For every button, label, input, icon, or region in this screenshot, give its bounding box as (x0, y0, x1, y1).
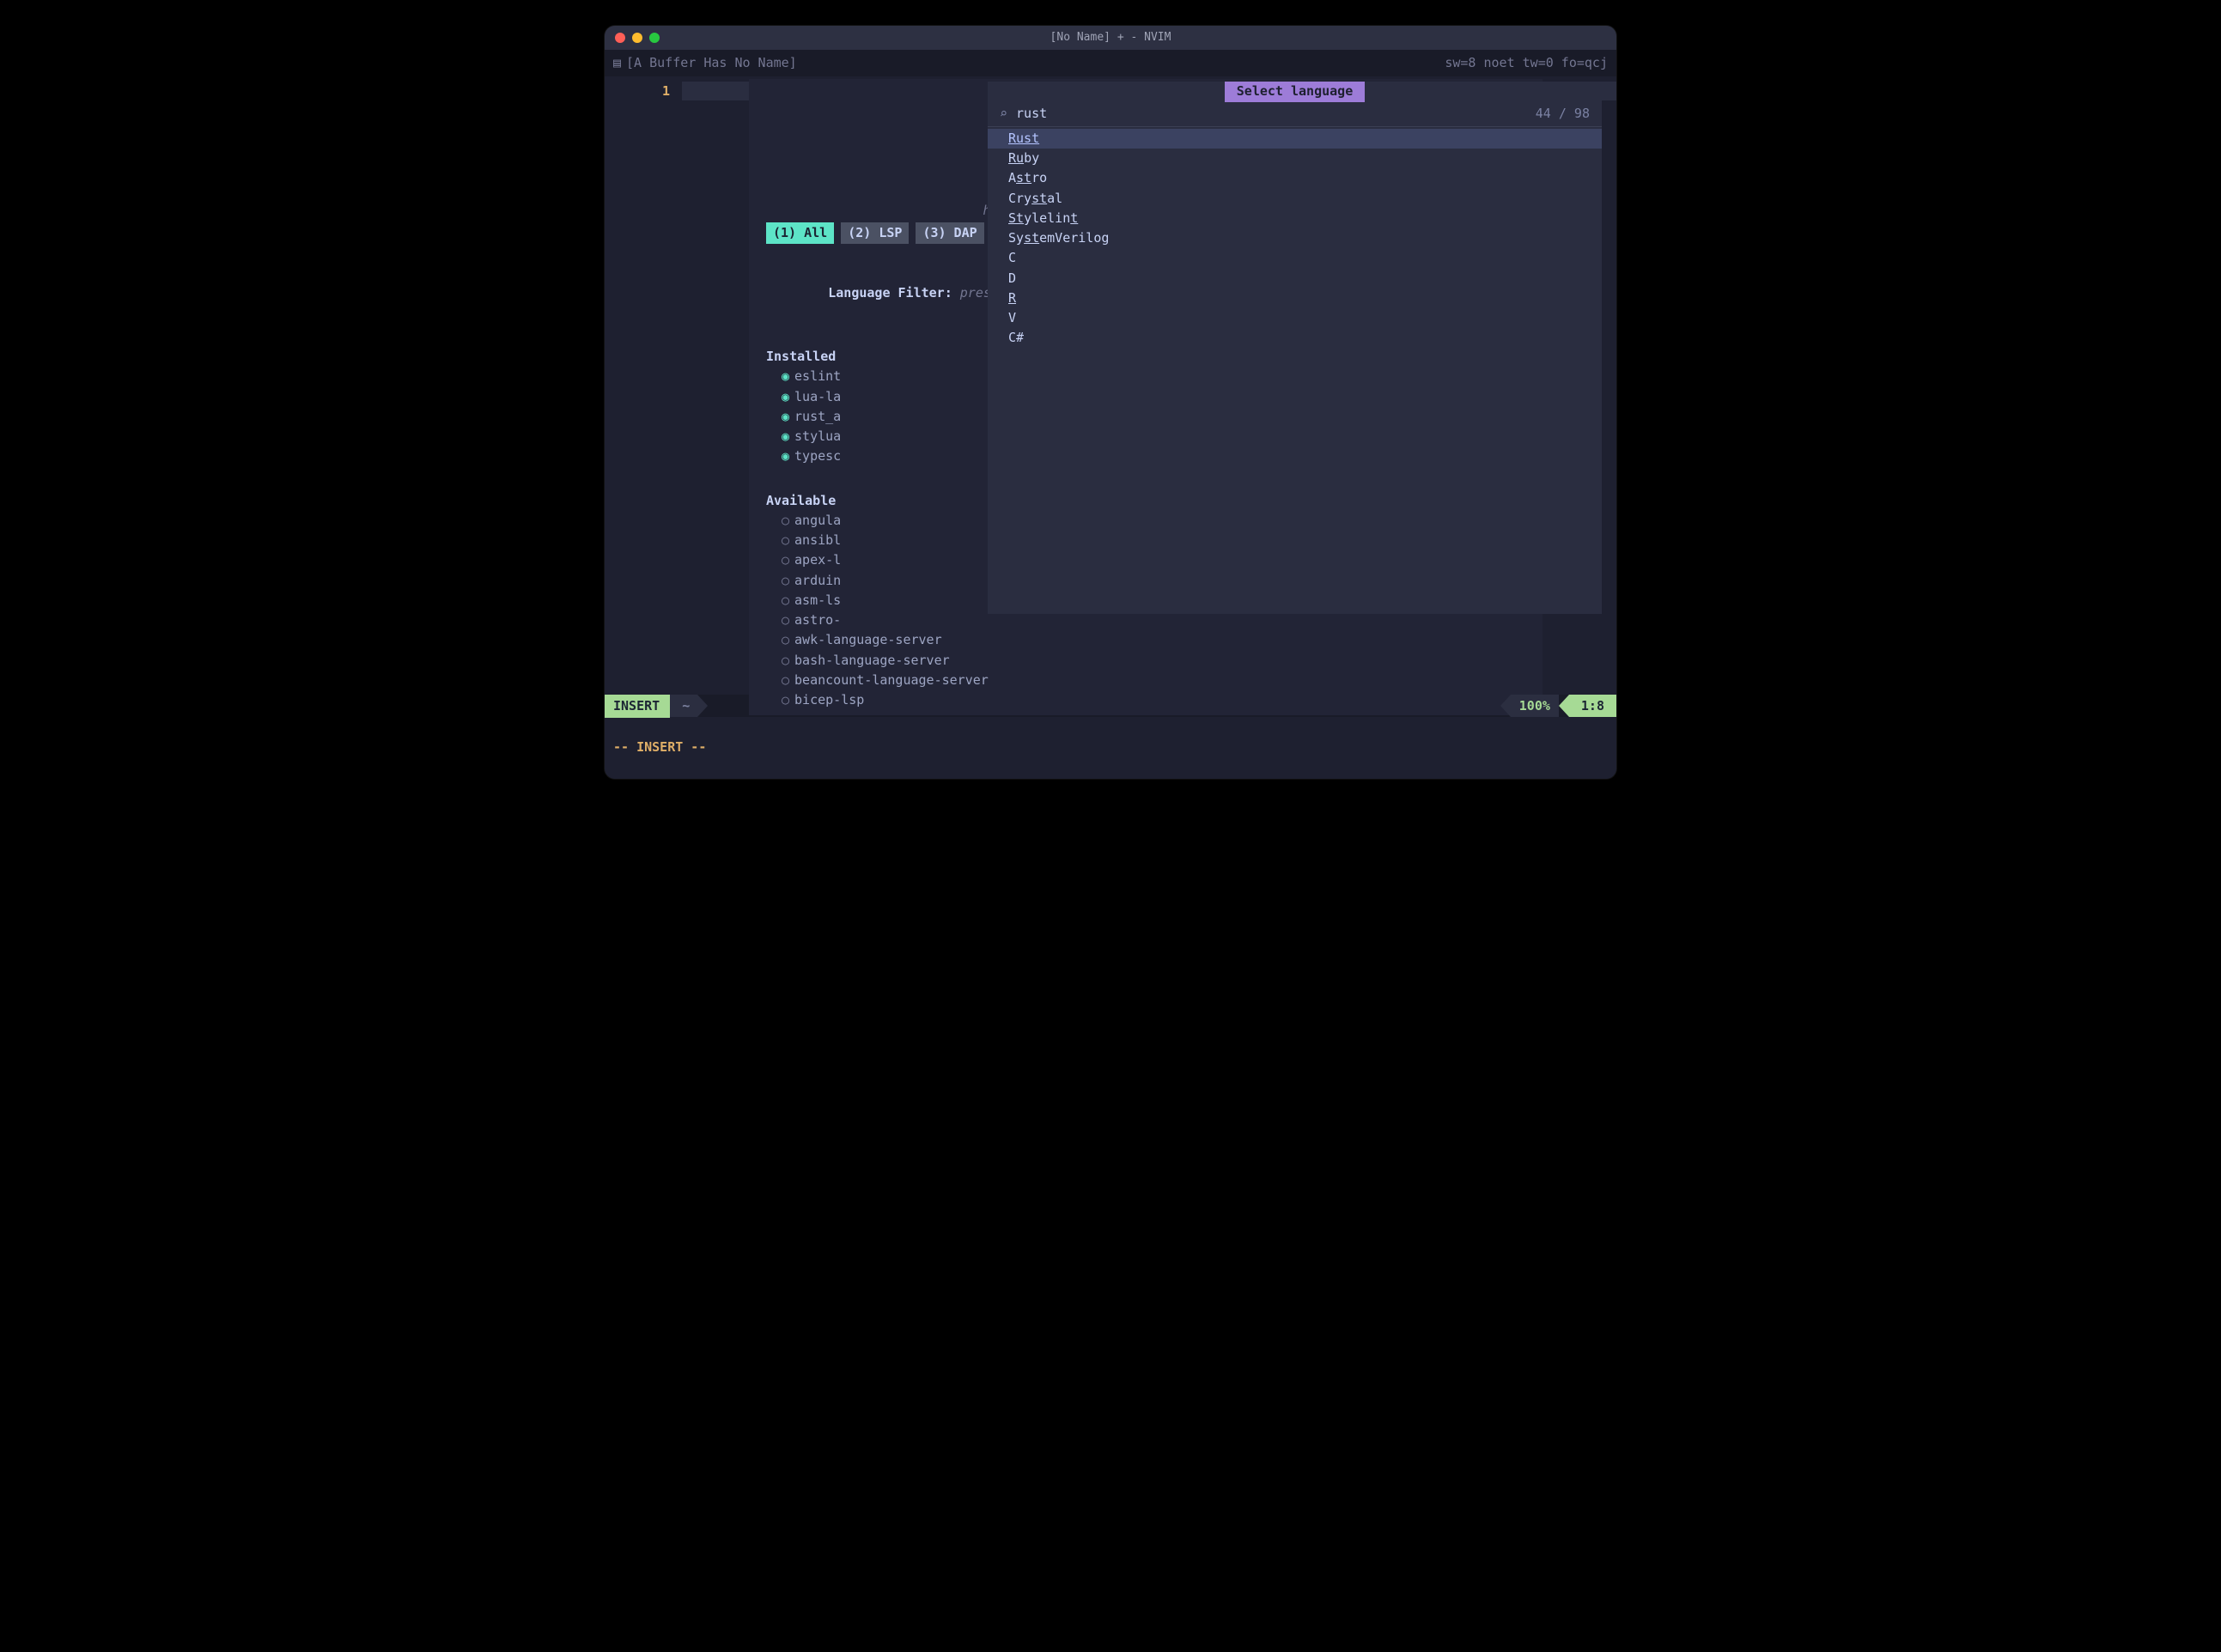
picker-result-count: 44 / 98 (1536, 104, 1590, 124)
circle-icon: ○ (782, 653, 789, 668)
tab-dap[interactable]: (3) DAP (916, 222, 983, 244)
circle-icon: ○ (782, 612, 789, 628)
picker-result[interactable]: D (988, 269, 1602, 288)
available-item[interactable]: ○awk-language-server (749, 630, 1543, 650)
mason-window: mason.nvim press ? for help https://gith… (749, 79, 1543, 715)
editor-body: 1 mason.nvim press ? for help https://gi… (605, 76, 1616, 695)
command-area: -- INSERT -- (605, 717, 1616, 779)
picker-result[interactable]: C# (988, 328, 1602, 348)
check-icon: ◉ (782, 409, 789, 424)
picker-result[interactable]: Stylelint (988, 209, 1602, 228)
picker-prompt[interactable]: ⌕ rust 44 / 98 (988, 102, 1602, 127)
tabline-right-info: sw=8 noet tw=0 fo=qcj (1445, 53, 1608, 73)
available-item[interactable]: ○beancount-language-server (749, 671, 1543, 690)
circle-icon: ○ (782, 592, 789, 608)
window-title: [No Name] + - NVIM (605, 29, 1616, 46)
picker-title-row: Select language (988, 82, 1602, 101)
circle-icon: ○ (782, 552, 789, 568)
close-window-button[interactable] (615, 33, 625, 43)
nvim-tabline: ▤ [A Buffer Has No Name] sw=8 noet tw=0 … (605, 50, 1616, 76)
check-icon: ◉ (782, 389, 789, 404)
picker-result[interactable]: C (988, 248, 1602, 268)
picker-result[interactable]: Ruby (988, 149, 1602, 168)
scroll-percent: 100% (1511, 695, 1559, 717)
maximize-window-button[interactable] (649, 33, 660, 43)
picker-result[interactable]: Crystal (988, 189, 1602, 209)
line-number: 1 (605, 82, 682, 101)
picker-result[interactable]: V (988, 308, 1602, 328)
mode-indicator: INSERT (605, 695, 670, 718)
picker-results: Rust Ruby Astro Crystal Stylelint System… (988, 127, 1602, 349)
cursorline-left (682, 82, 749, 100)
tab-lsp[interactable]: (2) LSP (841, 222, 909, 244)
available-item[interactable]: ○bicep-lsp (749, 690, 1543, 710)
telescope-picker: Select language ⌕ rust 44 / 98 Rust Ruby… (988, 82, 1602, 614)
check-icon: ◉ (782, 368, 789, 384)
picker-result[interactable]: SystemVerilog (988, 228, 1602, 248)
filter-label: Language Filter: (828, 285, 952, 301)
mode-message: -- INSERT -- (613, 739, 706, 755)
circle-icon: ○ (782, 692, 789, 708)
circle-icon: ○ (782, 513, 789, 528)
window-titlebar: [No Name] + - NVIM (605, 26, 1616, 50)
circle-icon: ○ (782, 532, 789, 548)
circle-icon: ○ (782, 573, 789, 588)
search-icon: ⌕ (1000, 104, 1007, 124)
available-item[interactable]: ○bash-language-server (749, 651, 1543, 671)
file-icon: ▤ (613, 53, 621, 73)
check-icon: ◉ (782, 428, 789, 444)
picker-title: Select language (1225, 82, 1365, 101)
picker-query-input[interactable]: rust (1016, 104, 1536, 124)
check-icon: ◉ (782, 448, 789, 464)
picker-result-selected[interactable]: Rust (988, 129, 1602, 149)
circle-icon: ○ (782, 672, 789, 688)
buffer-name: [A Buffer Has No Name] (626, 53, 797, 73)
picker-result[interactable]: Astro (988, 168, 1602, 188)
minimize-window-button[interactable] (632, 33, 642, 43)
tab-all[interactable]: (1) All (766, 222, 834, 244)
traffic-lights (605, 33, 660, 43)
statusline-segment: ~ (670, 695, 697, 717)
line-number-gutter: 1 (605, 76, 682, 695)
circle-icon: ○ (782, 632, 789, 647)
terminal-window: [No Name] + - NVIM ▤ [A Buffer Has No Na… (605, 26, 1616, 779)
picker-result[interactable]: R (988, 288, 1602, 308)
cursor-position: 1:8 (1569, 695, 1616, 717)
